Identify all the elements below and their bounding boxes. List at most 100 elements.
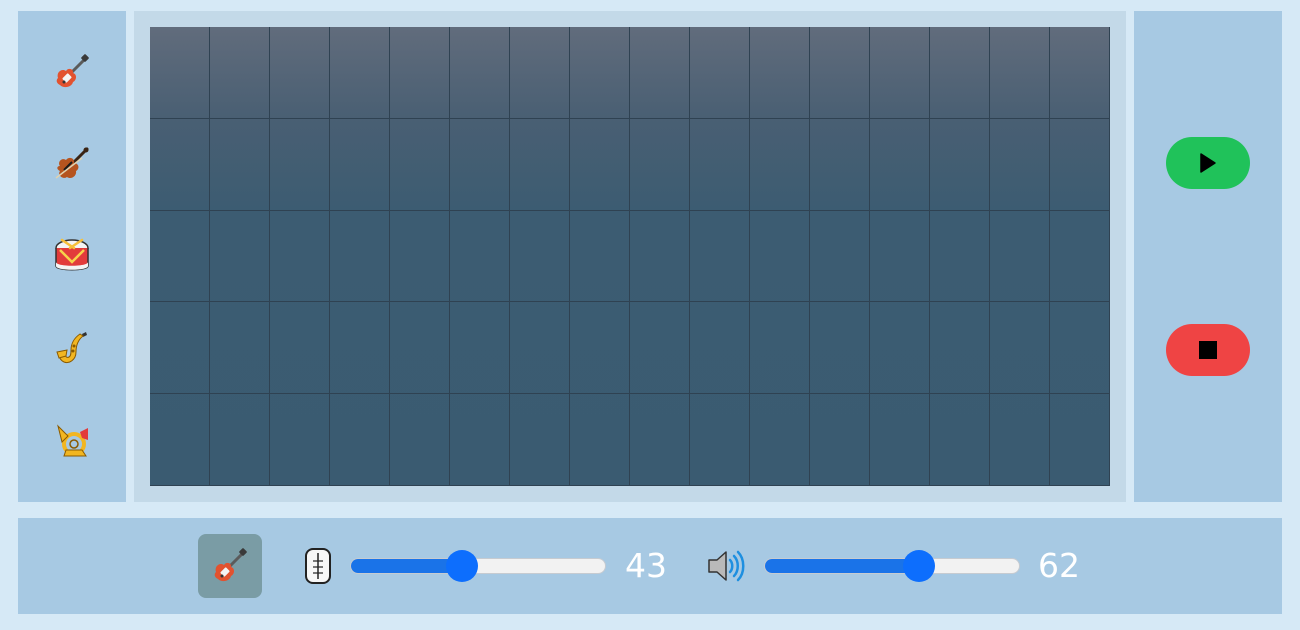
grid-cell[interactable] bbox=[450, 302, 510, 395]
grid-cell[interactable] bbox=[570, 394, 630, 486]
grid-cell[interactable] bbox=[930, 394, 990, 486]
controls-bar: 43 62 bbox=[18, 518, 1282, 614]
grid-cell[interactable] bbox=[810, 210, 870, 303]
grid-cell[interactable] bbox=[990, 27, 1050, 119]
grid-cell[interactable] bbox=[1050, 118, 1110, 211]
grid-cell[interactable] bbox=[630, 27, 690, 119]
grid-cell[interactable] bbox=[450, 118, 510, 211]
grid-cell[interactable] bbox=[1050, 302, 1110, 395]
grid-cell[interactable] bbox=[330, 302, 390, 395]
grid-cell[interactable] bbox=[870, 118, 930, 211]
grid-cell[interactable] bbox=[630, 302, 690, 395]
grid-cell[interactable] bbox=[390, 302, 450, 395]
grid-cell[interactable] bbox=[210, 394, 270, 486]
grid-cell[interactable] bbox=[990, 118, 1050, 211]
grid-cell[interactable] bbox=[930, 210, 990, 303]
electric-guitar-icon bbox=[56, 54, 89, 88]
grid-cell[interactable] bbox=[390, 394, 450, 486]
stop-button[interactable] bbox=[1166, 324, 1250, 376]
grid-cell[interactable] bbox=[150, 210, 210, 303]
instrument-horn[interactable] bbox=[44, 412, 100, 468]
grid-cell[interactable] bbox=[930, 27, 990, 119]
grid-cell[interactable] bbox=[750, 27, 810, 119]
grid-cell[interactable] bbox=[150, 302, 210, 395]
grid-cell[interactable] bbox=[870, 394, 930, 486]
grid-cell[interactable] bbox=[510, 394, 570, 486]
grid-cell[interactable] bbox=[810, 118, 870, 211]
grid-cell[interactable] bbox=[570, 118, 630, 211]
grid-cell[interactable] bbox=[690, 210, 750, 303]
grid-cell[interactable] bbox=[510, 118, 570, 211]
grid-cell[interactable] bbox=[990, 210, 1050, 303]
grid-cell[interactable] bbox=[210, 27, 270, 119]
play-icon bbox=[1200, 153, 1216, 173]
grid-cell[interactable] bbox=[990, 302, 1050, 395]
grid-cell[interactable] bbox=[750, 302, 810, 395]
volume-slider-track bbox=[764, 558, 1020, 574]
grid-cell[interactable] bbox=[810, 27, 870, 119]
grid-cell[interactable] bbox=[390, 210, 450, 303]
grid-cell[interactable] bbox=[210, 210, 270, 303]
grid-cell[interactable] bbox=[810, 302, 870, 395]
grid-cell[interactable] bbox=[630, 118, 690, 211]
grid-cell[interactable] bbox=[630, 394, 690, 486]
sequencer-grid bbox=[150, 27, 1110, 486]
instrument-saxophone[interactable] bbox=[44, 320, 100, 376]
grid-cell[interactable] bbox=[210, 302, 270, 395]
grid-cell[interactable] bbox=[270, 394, 330, 486]
sequencer-frame bbox=[134, 11, 1126, 502]
grid-cell[interactable] bbox=[450, 27, 510, 119]
grid-cell[interactable] bbox=[870, 27, 930, 119]
grid-cell[interactable] bbox=[150, 27, 210, 119]
grid-cell[interactable] bbox=[150, 118, 210, 211]
grid-cell[interactable] bbox=[570, 302, 630, 395]
grid-cell[interactable] bbox=[810, 394, 870, 486]
grid-cell[interactable] bbox=[330, 118, 390, 211]
violin-icon bbox=[55, 147, 89, 179]
instrument-electric-guitar[interactable] bbox=[44, 44, 100, 100]
grid-cell[interactable] bbox=[330, 394, 390, 486]
grid-cell[interactable] bbox=[450, 210, 510, 303]
grid-cell[interactable] bbox=[270, 210, 330, 303]
grid-cell[interactable] bbox=[930, 118, 990, 211]
grid-cell[interactable] bbox=[750, 118, 810, 211]
grid-cell[interactable] bbox=[870, 302, 930, 395]
grid-cell[interactable] bbox=[690, 118, 750, 211]
grid-cell[interactable] bbox=[510, 27, 570, 119]
grid-cell[interactable] bbox=[1050, 210, 1110, 303]
instrument-panel bbox=[18, 11, 126, 502]
grid-cell[interactable] bbox=[990, 394, 1050, 486]
grid-cell[interactable] bbox=[390, 27, 450, 119]
tempo-value: 43 bbox=[625, 546, 667, 585]
grid-cell[interactable] bbox=[570, 27, 630, 119]
grid-cell[interactable] bbox=[690, 302, 750, 395]
instrument-violin[interactable] bbox=[44, 136, 100, 192]
instrument-drum[interactable] bbox=[44, 228, 100, 284]
grid-cell[interactable] bbox=[330, 27, 390, 119]
grid-cell[interactable] bbox=[630, 210, 690, 303]
play-button[interactable] bbox=[1166, 137, 1250, 189]
grid-cell[interactable] bbox=[750, 210, 810, 303]
grid-cell[interactable] bbox=[1050, 27, 1110, 119]
grid-cell[interactable] bbox=[870, 210, 930, 303]
grid-cell[interactable] bbox=[510, 302, 570, 395]
grid-cell[interactable] bbox=[330, 210, 390, 303]
grid-cell[interactable] bbox=[390, 118, 450, 211]
grid-cell[interactable] bbox=[270, 302, 330, 395]
grid-cell[interactable] bbox=[690, 27, 750, 119]
grid-cell[interactable] bbox=[150, 394, 210, 486]
grid-cell[interactable] bbox=[270, 27, 330, 119]
grid-cell[interactable] bbox=[690, 394, 750, 486]
saxophone-icon bbox=[56, 332, 87, 363]
current-instrument[interactable] bbox=[198, 534, 262, 598]
grid-cell[interactable] bbox=[270, 118, 330, 211]
grid-cell[interactable] bbox=[930, 302, 990, 395]
volume-value: 62 bbox=[1038, 546, 1080, 585]
grid-cell[interactable] bbox=[750, 394, 810, 486]
grid-cell[interactable] bbox=[450, 394, 510, 486]
grid-cell[interactable] bbox=[570, 210, 630, 303]
speaker-icon bbox=[706, 546, 746, 586]
grid-cell[interactable] bbox=[210, 118, 270, 211]
grid-cell[interactable] bbox=[1050, 394, 1110, 486]
grid-cell[interactable] bbox=[510, 210, 570, 303]
